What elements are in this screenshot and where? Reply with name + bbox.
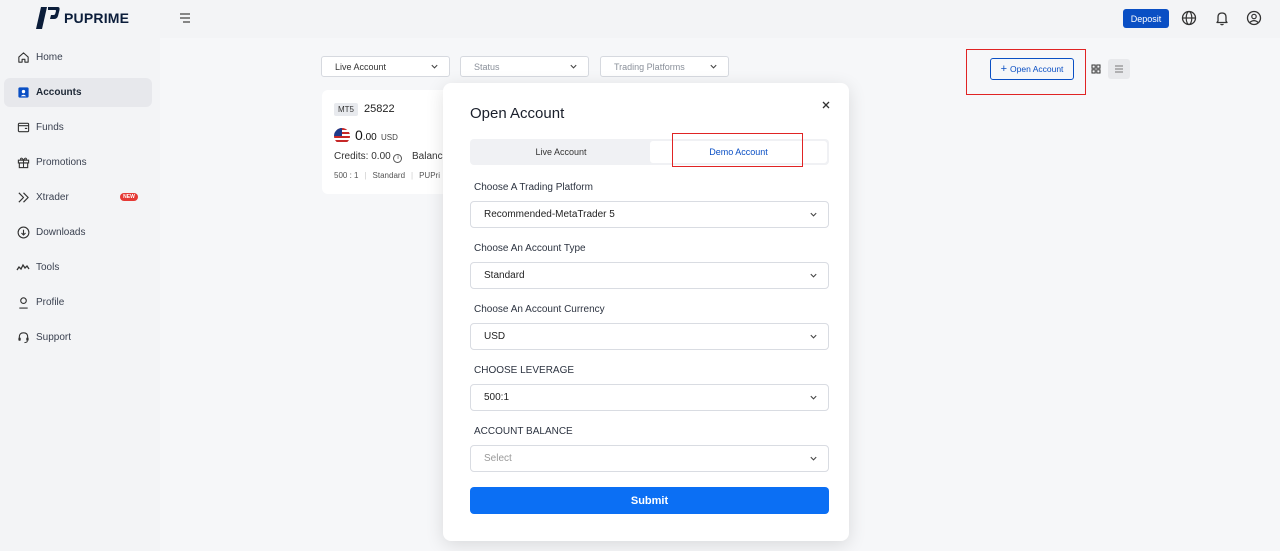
gift-icon xyxy=(16,156,30,170)
sidebar-item-support[interactable]: Support xyxy=(4,323,152,352)
xtrader-icon xyxy=(16,191,30,205)
sidebar-item-label: Profile xyxy=(36,297,65,308)
balance-currency: USD xyxy=(381,133,398,142)
account-type: Standard xyxy=(372,171,406,180)
chevron-down-icon xyxy=(810,395,817,400)
globe-icon[interactable] xyxy=(1181,10,1197,26)
sidebar-item-promotions[interactable]: Promotions xyxy=(4,148,152,177)
sidebar-item-tools[interactable]: Tools xyxy=(4,253,152,282)
grid-icon xyxy=(1091,64,1101,74)
sidebar-item-home[interactable]: Home xyxy=(4,43,152,72)
account-balance-placeholder: Select xyxy=(484,453,512,464)
grid-view-button[interactable] xyxy=(1085,59,1107,79)
user-icon[interactable] xyxy=(1246,10,1262,26)
accounts-icon xyxy=(16,86,30,100)
info-icon[interactable]: i xyxy=(393,154,403,163)
account-meta: 500 : 1 | Standard | PUPri xyxy=(334,171,440,180)
sidebar-item-accounts[interactable]: Accounts xyxy=(4,78,152,107)
sidebar-item-label: Funds xyxy=(36,122,64,133)
platforms-placeholder: Trading Platforms xyxy=(614,61,685,72)
list-icon xyxy=(1115,65,1123,73)
status-placeholder: Status xyxy=(474,61,500,72)
chevron-down-icon xyxy=(431,64,438,69)
tab-live-account[interactable]: Live Account xyxy=(472,141,650,163)
chevron-down-icon xyxy=(810,334,817,339)
sidebar-item-funds[interactable]: Funds xyxy=(4,113,152,142)
status-filter[interactable]: Status xyxy=(460,56,589,77)
chevron-down-icon xyxy=(810,456,817,461)
deposit-button[interactable]: Deposit xyxy=(1123,9,1169,28)
sidebar-item-label: Accounts xyxy=(36,87,82,98)
balance-amount: 0.00 xyxy=(355,127,377,143)
currency-label: Choose An Account Currency xyxy=(474,304,605,315)
download-icon xyxy=(16,226,30,240)
chevron-down-icon xyxy=(810,273,817,278)
account-type-filter[interactable]: Live Account xyxy=(321,56,450,77)
balance-int: 0 xyxy=(355,127,363,143)
sidebar-item-label: Xtrader xyxy=(36,192,69,203)
account-balance-select[interactable]: Select xyxy=(470,445,829,472)
platform-label: Choose A Trading Platform xyxy=(474,182,593,193)
credits-text: Credits: 0.00 i xyxy=(334,151,403,163)
us-flag-icon xyxy=(334,128,350,144)
highlight-box-open-account xyxy=(966,49,1086,95)
list-view-button[interactable] xyxy=(1108,59,1130,79)
headset-icon xyxy=(16,331,30,345)
sidebar-item-label: Tools xyxy=(36,262,60,273)
top-bar: PUPRIME Deposit xyxy=(0,0,1280,38)
menu-toggle-icon[interactable] xyxy=(178,11,192,25)
currency-select[interactable]: USD xyxy=(470,323,829,350)
modal-title: Open Account xyxy=(470,105,565,122)
brand-name: PUPRIME xyxy=(64,10,130,26)
leverage: 500 : 1 xyxy=(334,171,359,180)
brand-logo[interactable]: PUPRIME xyxy=(34,5,129,31)
leverage-label: CHOOSE LEVERAGE xyxy=(474,365,575,376)
open-account-modal: Open Account Live Account Demo Account C… xyxy=(443,83,849,541)
tools-icon xyxy=(16,261,30,275)
sidebar-item-label: Promotions xyxy=(36,157,87,168)
account-type-label: Choose An Account Type xyxy=(474,243,586,254)
bell-icon[interactable] xyxy=(1214,10,1230,26)
sidebar-item-downloads[interactable]: Downloads xyxy=(4,218,152,247)
sidebar: Home Accounts Funds Promotions Xtrader N… xyxy=(0,40,158,551)
balance-dec: .00 xyxy=(362,132,377,143)
platforms-filter[interactable]: Trading Platforms xyxy=(600,56,729,77)
server: PUPri xyxy=(419,171,440,180)
chevron-down-icon xyxy=(710,64,717,69)
chevron-down-icon xyxy=(570,64,577,69)
credits-value: Credits: 0.00 xyxy=(334,151,391,162)
submit-button[interactable]: Submit xyxy=(470,487,829,514)
platform-select[interactable]: Recommended-MetaTrader 5 xyxy=(470,201,829,228)
leverage-value: 500:1 xyxy=(484,392,510,403)
chevron-down-icon xyxy=(810,212,817,217)
currency-value: USD xyxy=(484,331,506,342)
sidebar-item-label: Support xyxy=(36,332,72,343)
profile-icon xyxy=(16,296,30,310)
highlight-box-demo-account xyxy=(672,133,803,167)
account-type-select[interactable]: Standard xyxy=(470,262,829,289)
sidebar-item-xtrader[interactable]: Xtrader NEW xyxy=(4,183,152,212)
sidebar-item-label: Home xyxy=(36,52,63,63)
sidebar-item-label: Downloads xyxy=(36,227,86,238)
home-icon xyxy=(16,51,30,65)
sidebar-item-profile[interactable]: Profile xyxy=(4,288,152,317)
account-number: 25822 xyxy=(364,103,395,115)
new-badge: NEW xyxy=(120,193,138,201)
leverage-select[interactable]: 500:1 xyxy=(470,384,829,411)
close-icon[interactable] xyxy=(820,99,832,111)
account-balance-label: ACCOUNT BALANCE xyxy=(474,426,573,437)
platform-value: Recommended-MetaTrader 5 xyxy=(484,209,615,220)
account-type-value: Live Account xyxy=(335,61,387,72)
logo-mark-icon xyxy=(36,7,60,29)
account-type-value: Standard xyxy=(484,270,525,281)
platform-tag: MT5 xyxy=(334,103,358,116)
wallet-icon xyxy=(16,121,30,135)
